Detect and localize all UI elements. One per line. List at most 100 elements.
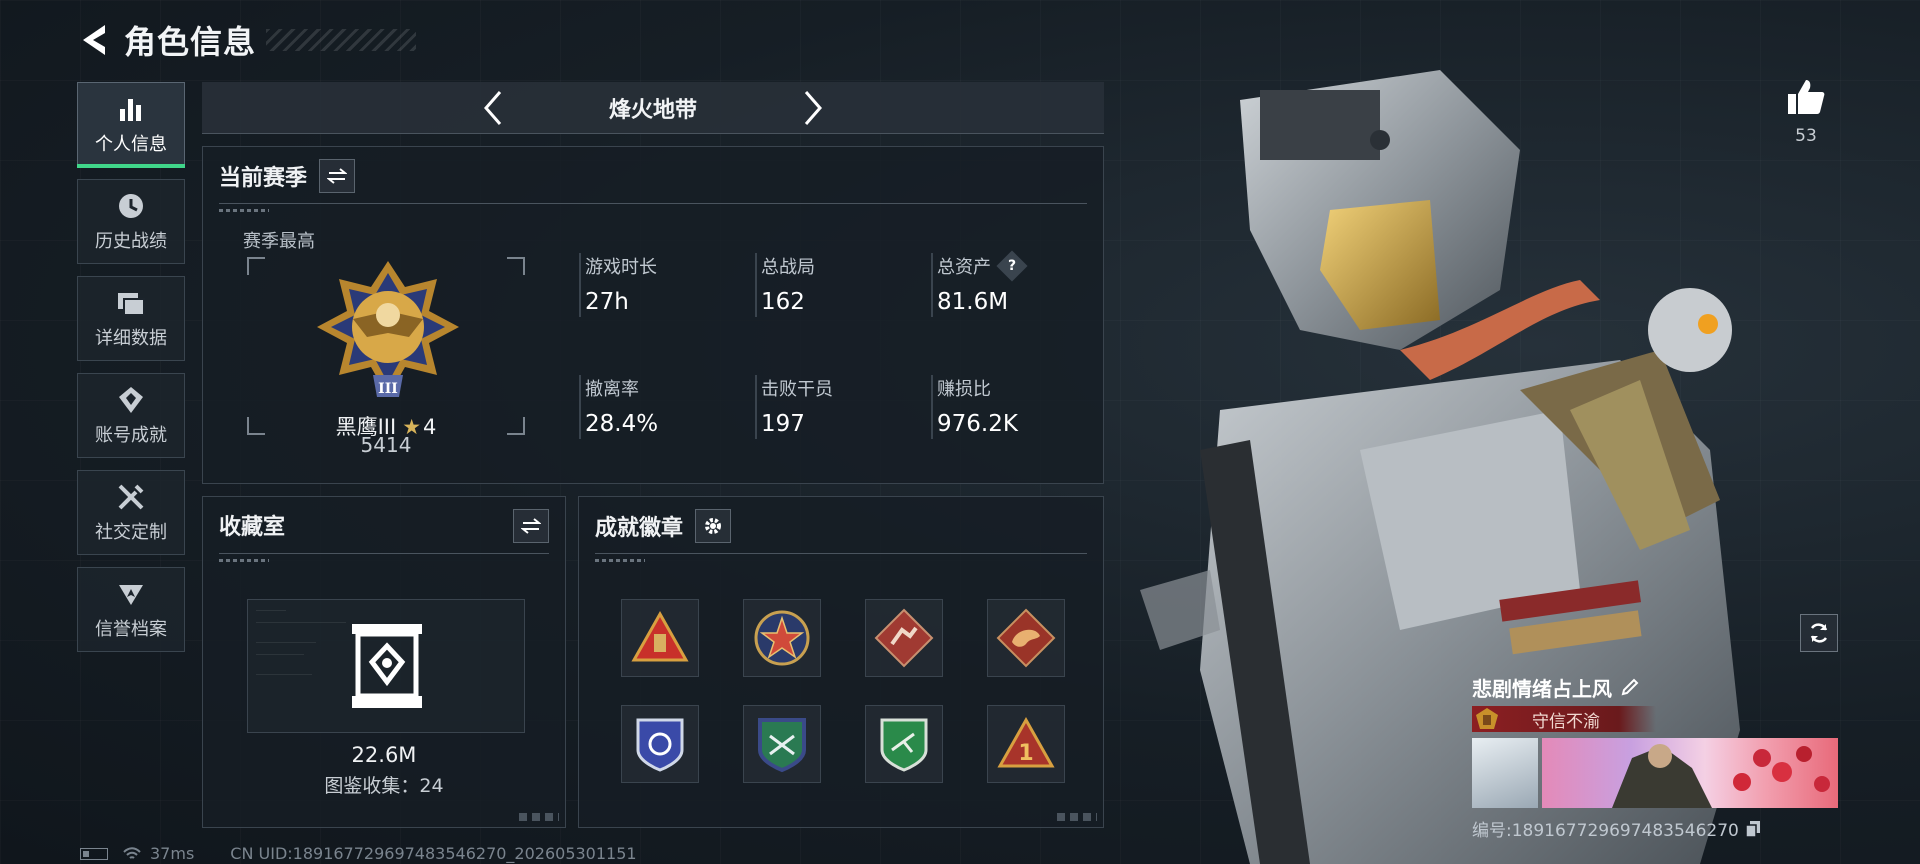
sidebar-item-history[interactable]: 历史战绩: [77, 179, 185, 264]
tools-icon: [114, 482, 148, 512]
stat-label: 撤离率: [585, 379, 639, 400]
rank-1-badge-icon: 1: [997, 716, 1055, 768]
stat-label: 总战局: [761, 257, 815, 278]
sidebar-item-label: 详细数据: [95, 327, 167, 349]
player-name-row: 悲剧情绪占上风: [1472, 672, 1844, 702]
corner-decoration: [519, 813, 559, 821]
badge-slot[interactable]: 1: [987, 705, 1065, 783]
battery-icon: [80, 847, 108, 860]
triangle-badge-icon: [631, 610, 689, 662]
collection-panel: 收藏室 22.6M 图鉴收集：24: [202, 496, 566, 828]
divider-tick: [219, 559, 269, 562]
badge-slot[interactable]: [987, 599, 1065, 677]
stat-kills: 击败干员 197: [755, 375, 925, 439]
stat-label: 击败干员: [761, 379, 833, 400]
season-best-label: 赛季最高: [243, 231, 315, 252]
player-banner: [1542, 738, 1838, 808]
thumbs-up-icon: [1788, 80, 1825, 114]
back-arrow-icon: [83, 25, 105, 55]
green-shield-badge-icon: [758, 718, 806, 773]
uid-text: CN UID:189167729697483546270_20260530115…: [230, 844, 637, 863]
stat-value: 197: [761, 411, 805, 437]
player-id-row: 编号:189167729697483546270: [1472, 816, 1844, 841]
collection-display[interactable]: [247, 599, 525, 733]
divider: [219, 203, 1087, 204]
rank-frame: III 黑鹰III ★4: [247, 257, 525, 439]
mode-next-button[interactable]: [793, 86, 833, 130]
svg-text:1: 1: [1018, 741, 1033, 766]
stat-assets: 总资产 ? 81.6M: [931, 250, 1101, 317]
status-footer: 37ms CN UID:189167729697483546270_202605…: [80, 844, 637, 863]
badges-title: 成就徽章: [595, 516, 684, 541]
badge-slot[interactable]: [865, 599, 943, 677]
divider: [219, 553, 549, 554]
badge-slot[interactable]: [621, 599, 699, 677]
corner-decoration: [1057, 813, 1097, 821]
stat-profit-ratio: 赚损比 976.2K: [931, 375, 1101, 439]
collection-count: 图鉴收集：24: [324, 775, 444, 797]
history-icon: [114, 191, 148, 221]
collection-switch-button[interactable]: [513, 509, 549, 543]
page-header: 角色信息: [74, 18, 417, 62]
sidebar-item-label: 社交定制: [95, 521, 167, 543]
like-button[interactable]: 53: [1780, 78, 1832, 146]
mode-prev-button[interactable]: [473, 86, 513, 130]
collection-value: 22.6M: [351, 743, 417, 767]
back-button[interactable]: [74, 20, 114, 60]
chevron-left-icon: [484, 90, 502, 125]
season-title: 当前赛季: [219, 166, 308, 191]
stat-extract-rate: 撤离率 28.4%: [579, 375, 749, 439]
wifi-icon: [123, 846, 141, 859]
player-title-bar[interactable]: 守信不渝: [1472, 706, 1656, 732]
display-case-icon: [352, 624, 422, 708]
badge-slot[interactable]: [743, 599, 821, 677]
runner-badge-icon: [874, 608, 934, 668]
divider-tick: [595, 559, 645, 562]
edit-icon[interactable]: [1620, 677, 1640, 697]
title-decoration: [266, 29, 417, 51]
sidebar-item-label: 信誉档案: [95, 618, 167, 640]
sidebar-item-achievements[interactable]: 账号成就: [77, 373, 185, 458]
stat-value: 28.4%: [585, 411, 659, 437]
rank-score: 5414: [360, 433, 412, 457]
collection-title: 收藏室: [219, 515, 286, 540]
chevron-right-icon: [804, 90, 822, 125]
avatar: [1472, 738, 1538, 808]
badge-slot[interactable]: [743, 705, 821, 783]
stat-value: 81.6M: [937, 289, 1009, 315]
help-icon[interactable]: ?: [996, 250, 1028, 282]
sidebar-item-details[interactable]: 详细数据: [77, 276, 185, 361]
sidebar-item-reputation[interactable]: 信誉档案: [77, 567, 185, 652]
badge-slot[interactable]: [621, 705, 699, 783]
sidebar: 个人信息 历史战绩 详细数据 账号成就 社交定制 信誉档案: [77, 82, 187, 664]
achievement-icon: [114, 385, 148, 415]
dragon-badge-icon: [996, 608, 1056, 668]
stat-value: 976.2K: [937, 411, 1018, 437]
rank-emblem-icon: III: [317, 261, 459, 397]
badges-settings-button[interactable]: [695, 509, 732, 543]
stat-value: 27h: [585, 289, 629, 315]
player-banner-row[interactable]: [1472, 738, 1844, 808]
ping-value: 37ms: [150, 844, 195, 863]
swap-icon: [327, 168, 348, 184]
swap-icon: [521, 518, 541, 534]
stat-label: 总资产: [937, 257, 991, 278]
season-switch-button[interactable]: [319, 159, 356, 193]
blue-shield-badge-icon: [636, 718, 684, 772]
reputation-icon: [114, 579, 148, 609]
season-stats: 游戏时长 27h 总战局 162 总资产 ? 81.6M 撤离率 28.4% 击…: [579, 250, 1101, 453]
refresh-button[interactable]: [1800, 614, 1838, 652]
sidebar-item-personal-info[interactable]: 个人信息: [77, 82, 185, 168]
folder-icon: [114, 288, 148, 318]
sidebar-item-social[interactable]: 社交定制: [77, 470, 185, 555]
badges-panel: 成就徽章 1: [578, 496, 1104, 828]
star-badge-icon: [754, 610, 810, 666]
gear-icon: [705, 518, 722, 534]
green-shield-badge-icon: [880, 718, 928, 772]
player-title: 守信不渝: [1532, 711, 1600, 732]
divider: [595, 553, 1087, 554]
divider-tick: [219, 209, 269, 212]
copy-icon[interactable]: [1745, 820, 1761, 838]
badge-slot[interactable]: [865, 705, 943, 783]
player-card: 悲剧情绪占上风 守信不渝 编号:189167729697483546270: [1472, 672, 1844, 841]
